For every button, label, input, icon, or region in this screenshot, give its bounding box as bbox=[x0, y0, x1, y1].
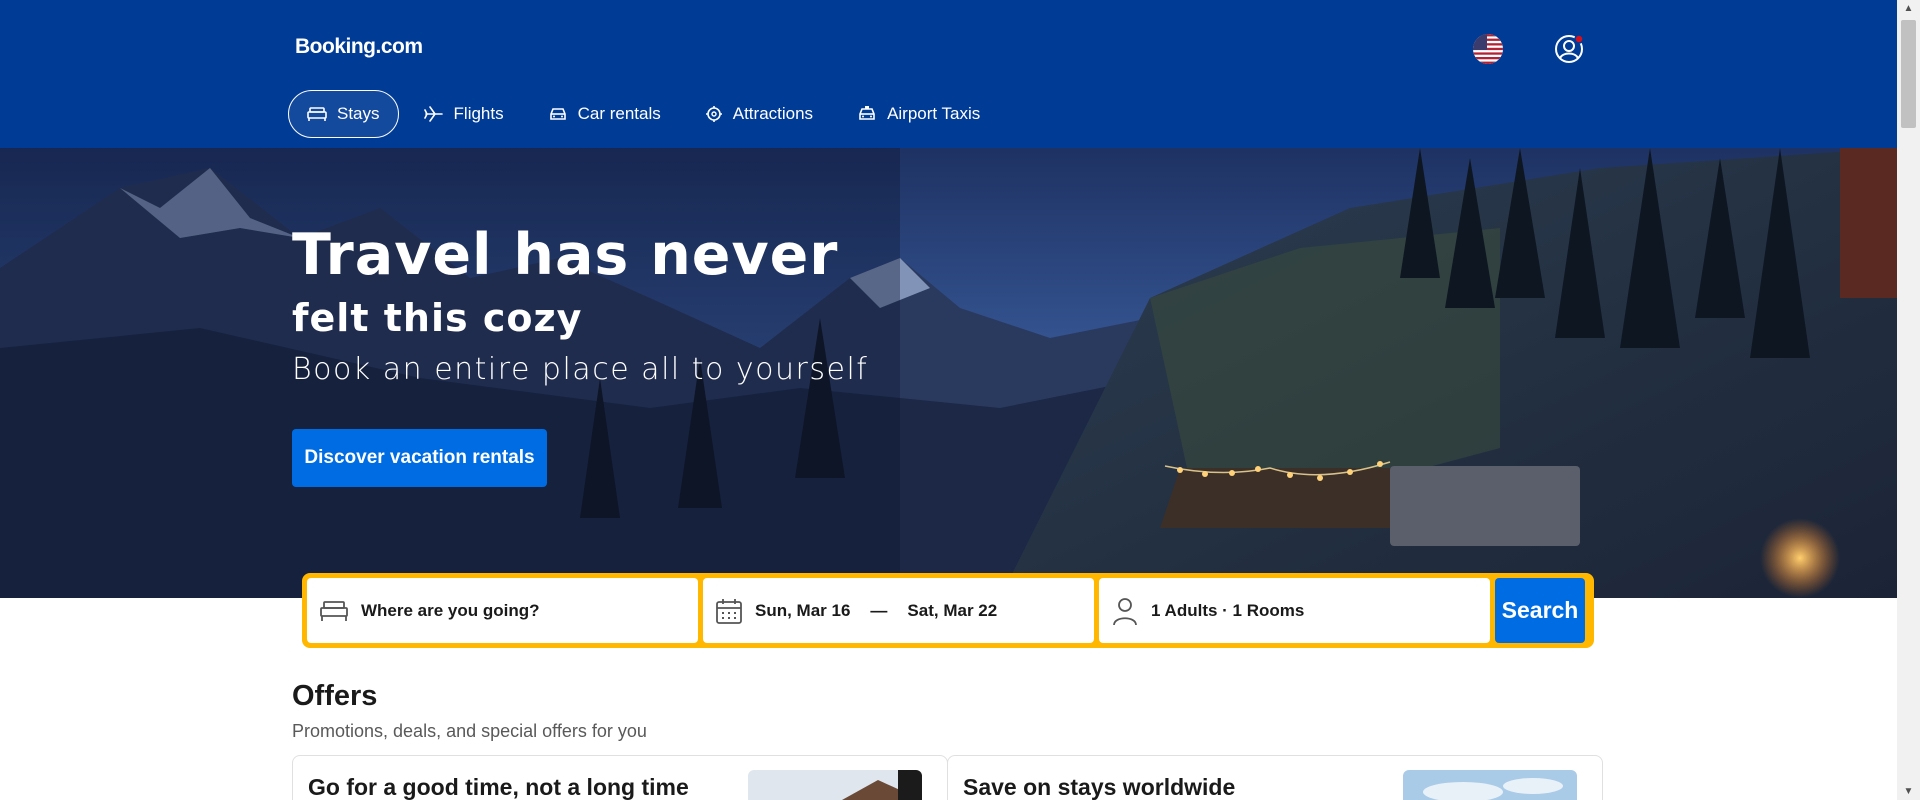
hero-background-image bbox=[0, 148, 1897, 598]
destination-input[interactable]: Where are you going? bbox=[361, 601, 540, 621]
offer-card[interactable]: Save on stays worldwide bbox=[947, 755, 1603, 800]
person-icon bbox=[1113, 597, 1137, 625]
offers-title: Offers bbox=[292, 680, 378, 712]
nav-car-rentals[interactable]: Car rentals bbox=[529, 90, 680, 138]
nav-label: Attractions bbox=[732, 104, 814, 123]
discover-vacation-rentals-button[interactable]: Discover vacation rentals bbox=[292, 429, 547, 487]
scroll-down-arrow-icon[interactable]: ▼ bbox=[1897, 783, 1920, 800]
taxi-icon bbox=[859, 106, 875, 120]
nav-label: Car rentals bbox=[577, 104, 661, 123]
nav-label: Stays bbox=[337, 104, 380, 123]
offer-card-image bbox=[748, 770, 922, 800]
main-nav: Stays Flights Car rentals Attractions Ai… bbox=[288, 89, 999, 139]
scroll-up-arrow-icon[interactable]: ▲ bbox=[1897, 0, 1920, 17]
hero-title: Travel has never bbox=[292, 222, 839, 288]
search-bar: Where are you going? Sun, Mar 16 — Sat, … bbox=[302, 573, 1594, 648]
search-button[interactable]: Search bbox=[1495, 578, 1585, 643]
offers-subtitle: Promotions, deals, and special offers fo… bbox=[292, 721, 647, 741]
calendar-icon bbox=[716, 598, 742, 624]
us-flag-icon[interactable] bbox=[1473, 34, 1503, 64]
nav-attractions[interactable]: Attractions bbox=[686, 90, 832, 138]
bed-icon bbox=[320, 600, 348, 621]
guests-rooms-field[interactable]: 1 Adults · 1 Rooms bbox=[1099, 578, 1490, 643]
booking-logo[interactable]: Booking.com bbox=[295, 35, 423, 59]
hero-title-line2: felt this cozy bbox=[292, 296, 583, 340]
hero-banner: Travel has never felt this cozy Book an … bbox=[0, 148, 1897, 598]
destination-field[interactable]: Where are you going? bbox=[307, 578, 698, 643]
nav-label: Airport Taxis bbox=[887, 104, 981, 123]
car-icon bbox=[549, 108, 566, 120]
top-header: Booking.com Stays Flights Car rentals At… bbox=[0, 0, 1897, 148]
page-scrollbar[interactable]: ▲ ▼ bbox=[1897, 0, 1920, 800]
date-range-field[interactable]: Sun, Mar 16 — Sat, Mar 22 bbox=[703, 578, 1094, 643]
scroll-thumb[interactable] bbox=[1901, 20, 1916, 128]
offer-card[interactable]: Go for a good time, not a long time bbox=[292, 755, 948, 800]
nav-label: Flights bbox=[453, 104, 504, 123]
offer-card-image bbox=[1403, 770, 1577, 800]
nav-airport-taxis[interactable]: Airport Taxis bbox=[838, 90, 999, 138]
date-separator: — bbox=[870, 600, 888, 620]
nav-flights[interactable]: Flights bbox=[405, 90, 523, 138]
hero-subtitle: Book an entire place all to yourself bbox=[292, 352, 869, 387]
check-in-date: Sun, Mar 16 bbox=[755, 600, 851, 620]
guests-rooms-value: 1 Adults · 1 Rooms bbox=[1151, 600, 1305, 620]
attractions-icon bbox=[705, 106, 722, 122]
bed-icon bbox=[307, 107, 327, 121]
nav-stays[interactable]: Stays bbox=[288, 90, 399, 138]
check-out-date: Sat, Mar 22 bbox=[907, 600, 998, 620]
page: Booking.com Stays Flights Car rentals At… bbox=[0, 0, 1897, 800]
account-icon[interactable] bbox=[1553, 33, 1585, 65]
plane-icon bbox=[423, 106, 443, 122]
offer-card-title: Go for a good time, not a long time bbox=[308, 774, 689, 800]
offer-card-title: Save on stays worldwide bbox=[963, 774, 1236, 800]
